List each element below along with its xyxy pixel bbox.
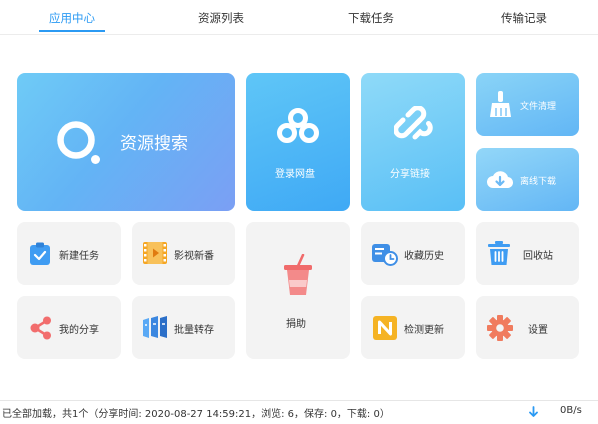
resource-search-tile[interactable]: 资源搜索 — [17, 73, 235, 211]
search-icon — [55, 118, 107, 168]
batch-save-tile[interactable]: 批量转存 — [132, 296, 235, 359]
check-update-label: 检测更新 — [404, 325, 444, 336]
clipboard-check-icon — [29, 242, 51, 266]
my-share-label: 我的分享 — [59, 325, 99, 336]
film-icon — [143, 242, 167, 264]
login-netdisk-label: 登录网盘 — [275, 169, 315, 180]
link-icon — [394, 106, 434, 146]
share-link-tile[interactable]: 分享链接 — [361, 73, 465, 211]
settings-tile[interactable]: 设置 — [476, 296, 579, 359]
history-icon — [372, 242, 398, 266]
donate-tile[interactable]: 捐助 — [246, 222, 350, 359]
download-speed: 0B/s — [560, 405, 582, 416]
batch-save-label: 批量转存 — [174, 325, 214, 336]
resource-search-label: 资源搜索 — [120, 134, 188, 154]
recycle-bin-label: 回收站 — [523, 251, 553, 262]
offline-download-label: 离线下载 — [520, 177, 557, 187]
download-speed-icon — [529, 406, 538, 421]
active-tab-indicator — [39, 30, 105, 32]
tab-app-center[interactable]: 应用中心 — [39, 0, 105, 34]
check-update-tile[interactable]: 检测更新 — [361, 296, 465, 359]
settings-label: 设置 — [528, 325, 548, 336]
drink-cup-icon — [282, 254, 314, 296]
cloud-download-icon — [486, 168, 514, 192]
login-netdisk-tile[interactable]: 登录网盘 — [246, 73, 350, 211]
favorites-history-label: 收藏历史 — [404, 251, 444, 262]
video-label: 影视新番 — [174, 251, 214, 262]
file-clean-tile[interactable]: 文件清理 — [476, 73, 579, 136]
tab-download-tasks[interactable]: 下载任务 — [338, 0, 404, 34]
share-link-label: 分享链接 — [390, 169, 430, 180]
batch-transfer-icon — [142, 315, 168, 339]
my-share-tile[interactable]: 我的分享 — [17, 296, 121, 359]
new-task-label: 新建任务 — [59, 251, 99, 262]
offline-download-tile[interactable]: 离线下载 — [476, 148, 579, 211]
recycle-bin-tile[interactable]: 回收站 — [476, 222, 579, 285]
gear-icon — [487, 315, 513, 341]
tab-resource-list[interactable]: 资源列表 — [188, 0, 254, 34]
tab-bar: 应用中心 资源列表 下载任务 传输记录 — [0, 0, 598, 35]
tab-transfer-records[interactable]: 传输记录 — [491, 0, 557, 34]
donate-label: 捐助 — [286, 319, 306, 330]
file-clean-label: 文件清理 — [520, 102, 557, 112]
share-icon — [30, 316, 52, 340]
broom-icon — [488, 91, 514, 119]
favorites-history-tile[interactable]: 收藏历史 — [361, 222, 465, 285]
status-bar: 已全部加载，共1个（分享时间: 2020-08-27 14:59:21，浏览: … — [0, 400, 598, 424]
cloud-drive-icon — [276, 107, 320, 145]
video-tile[interactable]: 影视新番 — [132, 222, 235, 285]
status-message: 已全部加载，共1个（分享时间: 2020-08-27 14:59:21，浏览: … — [2, 409, 390, 420]
update-icon — [373, 316, 397, 340]
trash-icon — [488, 241, 510, 265]
new-task-tile[interactable]: 新建任务 — [17, 222, 121, 285]
